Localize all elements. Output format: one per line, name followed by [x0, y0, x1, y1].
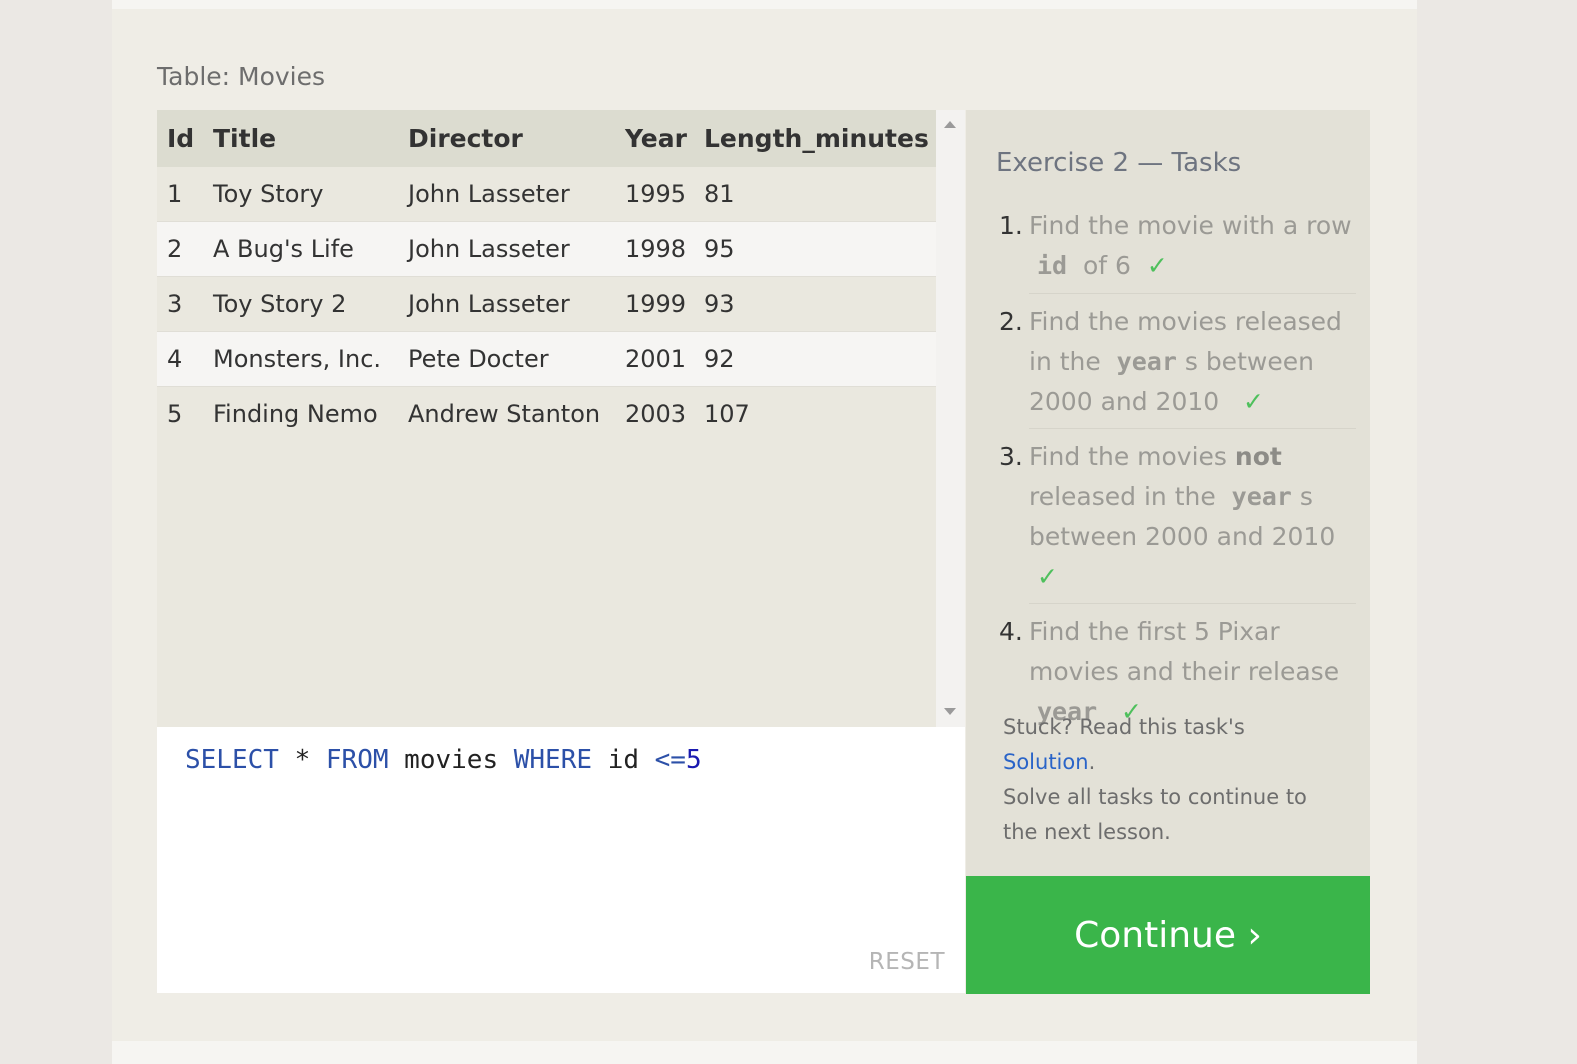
stuck-suffix: Solve all tasks to continue to the next …	[1003, 785, 1307, 844]
cell-title: Monsters, Inc.	[213, 331, 408, 387]
task-number: 4.	[999, 617, 1023, 646]
task-code: year	[1116, 347, 1177, 376]
top-band	[112, 0, 1417, 9]
table-row: 3 Toy Story 2 John Lasseter 1999 93	[157, 276, 936, 332]
task-code: id	[1036, 251, 1068, 280]
cell-id: 4	[157, 331, 213, 387]
tasks-title: Exercise 2 — Tasks	[996, 148, 1242, 178]
bottom-band	[112, 1041, 1417, 1064]
cell-director: John Lasseter	[408, 221, 625, 277]
task-emphasis: not	[1234, 442, 1282, 471]
cell-director: Pete Docter	[408, 331, 625, 387]
table-caption: Table: Movies	[157, 62, 326, 91]
cell-length: 92	[704, 331, 936, 387]
solution-link[interactable]: Solution	[1003, 750, 1089, 774]
sql-keyword-from: FROM	[325, 745, 389, 775]
table-row: 4 Monsters, Inc. Pete Docter 2001 92	[157, 331, 936, 387]
task-text: released in the	[1029, 482, 1216, 511]
task-item-1: 1. Find the movie with a row id of 6 ✓	[999, 206, 1356, 286]
lesson-card: Table: Movies Id Title Director Year Len…	[112, 0, 1417, 1064]
cell-id: 1	[157, 167, 213, 222]
column-header-id: Id	[157, 110, 213, 167]
cell-length: 93	[704, 276, 936, 332]
cell-year: 2003	[625, 386, 704, 441]
sql-query-text[interactable]: SELECT * FROM movies WHERE id <=5	[185, 745, 702, 775]
cell-director: John Lasseter	[408, 167, 625, 222]
column-header-length: Length_minutes	[704, 110, 936, 167]
sql-keyword-where: WHERE	[513, 745, 593, 775]
task-text: of 6	[1082, 251, 1131, 280]
cell-length: 81	[704, 167, 936, 222]
cell-year: 2001	[625, 331, 704, 387]
table-row: 5 Finding Nemo Andrew Stanton 2003 107	[157, 386, 936, 441]
task-number: 1.	[999, 211, 1023, 240]
cell-id: 3	[157, 276, 213, 332]
table-header-row: Id Title Director Year Length_minutes	[157, 110, 936, 167]
sql-column: id	[607, 745, 639, 775]
check-icon: ✓	[1146, 251, 1168, 280]
results-table: Id Title Director Year Length_minutes 1 …	[157, 110, 936, 441]
table-row: 2 A Bug's Life John Lasseter 1998 95	[157, 221, 936, 277]
column-header-title: Title	[213, 110, 408, 167]
task-number: 2.	[999, 307, 1023, 336]
cell-title: Toy Story 2	[213, 276, 408, 332]
column-header-director: Director	[408, 110, 625, 167]
check-icon: ✓	[1243, 387, 1264, 416]
stuck-help-text: Stuck? Read this task's Solution. Solve …	[1003, 710, 1343, 850]
cell-director: Andrew Stanton	[408, 386, 625, 441]
reset-button[interactable]: RESET	[869, 949, 945, 975]
task-text: Find the movie with a row	[1029, 211, 1352, 240]
cell-title: Toy Story	[213, 167, 408, 222]
results-table-panel[interactable]: Id Title Director Year Length_minutes 1 …	[157, 110, 936, 727]
task-divider	[1029, 293, 1356, 294]
cell-year: 1995	[625, 167, 704, 222]
column-header-year: Year	[625, 110, 704, 167]
table-scrollbar[interactable]	[936, 110, 965, 727]
task-divider	[1029, 603, 1356, 604]
sql-operator: <=	[654, 745, 686, 775]
task-code: year	[1231, 482, 1292, 511]
task-item-3: 3. Find the movies not released in the y…	[999, 437, 1356, 597]
task-item-2: 2. Find the movies released in the year …	[999, 302, 1356, 422]
cell-title: A Bug's Life	[213, 221, 408, 277]
cell-year: 1998	[625, 221, 704, 277]
cell-id: 5	[157, 386, 213, 441]
cell-director: John Lasseter	[408, 276, 625, 332]
cell-title: Finding Nemo	[213, 386, 408, 441]
sql-star: *	[294, 745, 311, 775]
task-text: Find the first 5 Pixar movies and their …	[1029, 617, 1340, 686]
cell-length: 95	[704, 221, 936, 277]
sql-editor[interactable]: SELECT * FROM movies WHERE id <=5 RESET	[157, 727, 965, 993]
check-icon: ✓	[1036, 562, 1058, 591]
cell-length: 107	[704, 386, 936, 441]
cell-id: 2	[157, 221, 213, 277]
tasks-panel: Exercise 2 — Tasks 1. Find the movie wit…	[966, 110, 1370, 876]
stuck-period: .	[1088, 750, 1096, 774]
task-number: 3.	[999, 442, 1023, 471]
stuck-prefix: Stuck? Read this task's	[1003, 715, 1245, 739]
scroll-up-arrow-icon[interactable]	[944, 121, 956, 128]
continue-button[interactable]: Continue ›	[966, 876, 1370, 994]
table-row: 1 Toy Story John Lasseter 1995 81	[157, 167, 936, 222]
task-divider	[1029, 428, 1356, 429]
sql-keyword-select: SELECT	[185, 745, 279, 775]
task-text: Find the movies	[1029, 442, 1227, 471]
sql-table-name: movies	[404, 745, 499, 775]
scroll-down-arrow-icon[interactable]	[944, 708, 956, 715]
cell-year: 1999	[625, 276, 704, 332]
sql-value: 5	[685, 745, 702, 775]
